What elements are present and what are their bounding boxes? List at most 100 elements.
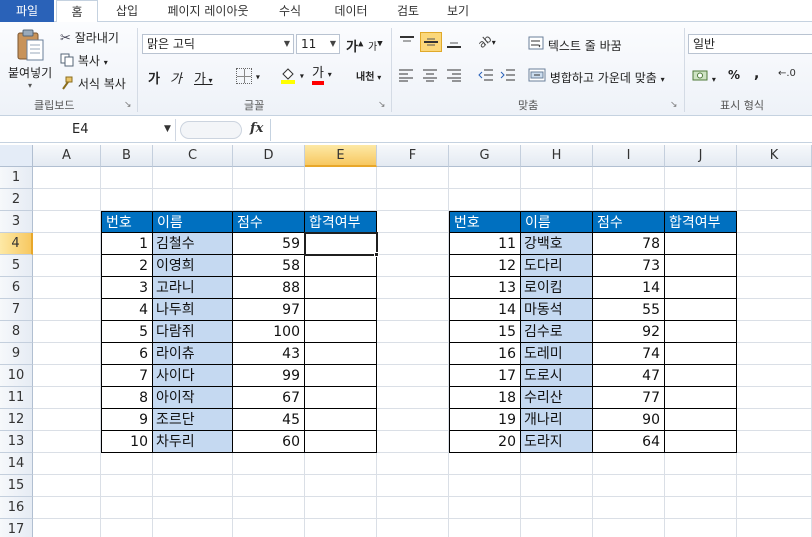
table-cell-score[interactable]: 97: [233, 299, 305, 321]
decrease-indent-button[interactable]: [478, 68, 494, 85]
table-cell-no[interactable]: 16: [449, 343, 521, 365]
table-cell-pass[interactable]: [665, 387, 737, 409]
table-cell-pass[interactable]: [665, 233, 737, 255]
column-header-f[interactable]: F: [377, 145, 449, 167]
insert-function-button[interactable]: fx: [250, 121, 263, 136]
merge-center-button[interactable]: 병합하고 가운데 맞춤 ▾: [528, 68, 665, 86]
select-all-button[interactable]: [0, 145, 33, 167]
paste-dropdown-icon[interactable]: ▾: [8, 81, 52, 90]
align-top-button[interactable]: [398, 34, 416, 53]
copy-button[interactable]: 복사 ▾: [60, 52, 108, 70]
column-header-j[interactable]: J: [665, 145, 737, 167]
paste-button[interactable]: 붙여넣기 ▾: [8, 28, 52, 90]
table-cell-name[interactable]: 다람쥐: [153, 321, 233, 343]
tab-insert[interactable]: 삽입: [110, 0, 144, 22]
table-cell-pass[interactable]: [665, 255, 737, 277]
table-cell-name[interactable]: 수리산: [521, 387, 593, 409]
cut-button[interactable]: ✂ 잘라내기: [60, 29, 119, 46]
table-cell-name[interactable]: 로이킴: [521, 277, 593, 299]
table-cell-score[interactable]: 90: [593, 409, 665, 431]
table-cell-no[interactable]: 9: [101, 409, 153, 431]
align-left-button[interactable]: [398, 68, 414, 85]
formula-input[interactable]: [276, 121, 806, 139]
table-cell-name[interactable]: 개나리: [521, 409, 593, 431]
table-cell-pass[interactable]: [305, 365, 377, 387]
table-cell-score[interactable]: 59: [233, 233, 305, 255]
table-cell-score[interactable]: 64: [593, 431, 665, 453]
row-header-6[interactable]: 6: [0, 277, 33, 299]
table-cell-score[interactable]: 73: [593, 255, 665, 277]
align-right-button[interactable]: [446, 68, 462, 85]
table-cell-name[interactable]: 사이다: [153, 365, 233, 387]
table-cell-pass[interactable]: [665, 365, 737, 387]
table-cell-pass[interactable]: [305, 255, 377, 277]
increase-indent-button[interactable]: [500, 68, 516, 85]
row-header-17[interactable]: 17: [0, 519, 33, 537]
active-cell-selection[interactable]: [304, 232, 378, 256]
row-header-13[interactable]: 13: [0, 431, 33, 453]
row-header-15[interactable]: 15: [0, 475, 33, 497]
accounting-format-button[interactable]: ▾: [692, 68, 716, 85]
table-cell-no[interactable]: 5: [101, 321, 153, 343]
align-bottom-button[interactable]: [445, 34, 463, 53]
table-cell-name[interactable]: 김철수: [153, 233, 233, 255]
table-cell-name[interactable]: 아이작: [153, 387, 233, 409]
table-cell-pass[interactable]: [305, 343, 377, 365]
table-cell-pass[interactable]: [665, 409, 737, 431]
row-header-16[interactable]: 16: [0, 497, 33, 519]
table-cell-no[interactable]: 4: [101, 299, 153, 321]
comma-button[interactable]: ,: [754, 66, 759, 82]
table-cell-pass[interactable]: [305, 431, 377, 453]
table-cell-score[interactable]: 78: [593, 233, 665, 255]
table-cell-pass[interactable]: [305, 277, 377, 299]
table-cell-pass[interactable]: [665, 277, 737, 299]
number-format-select[interactable]: 일반: [688, 34, 812, 54]
row-header-3[interactable]: 3: [0, 211, 33, 233]
table-cell-name[interactable]: 마동석: [521, 299, 593, 321]
table-cell-score[interactable]: 92: [593, 321, 665, 343]
table-cell-score[interactable]: 14: [593, 277, 665, 299]
column-header-h[interactable]: H: [521, 145, 593, 167]
table-cell-name[interactable]: 조르단: [153, 409, 233, 431]
table-cell-no[interactable]: 11: [449, 233, 521, 255]
formula-bar-resize-handle[interactable]: [180, 121, 242, 139]
row-header-10[interactable]: 10: [0, 365, 33, 387]
row-header-11[interactable]: 11: [0, 387, 33, 409]
column-header-e[interactable]: E: [305, 145, 377, 167]
clipboard-launcher-icon[interactable]: ↘: [124, 100, 132, 110]
shrink-font-button[interactable]: 가▼: [368, 38, 383, 53]
table-cell-no[interactable]: 6: [101, 343, 153, 365]
column-header-k[interactable]: K: [737, 145, 812, 167]
table-cell-score[interactable]: 99: [233, 365, 305, 387]
copy-dropdown-icon[interactable]: ▾: [104, 58, 108, 67]
table-cell-no[interactable]: 10: [101, 431, 153, 453]
table-cell-score[interactable]: 74: [593, 343, 665, 365]
table-cell-pass[interactable]: [665, 343, 737, 365]
table-cell-name[interactable]: 라이츄: [153, 343, 233, 365]
table-cell-no[interactable]: 7: [101, 365, 153, 387]
table-cell-no[interactable]: 8: [101, 387, 153, 409]
table-cell-name[interactable]: 도라지: [521, 431, 593, 453]
table-cell-no[interactable]: 1: [101, 233, 153, 255]
tab-formulas[interactable]: 수식: [272, 0, 308, 22]
table-cell-name[interactable]: 나두희: [153, 299, 233, 321]
table-cell-name[interactable]: 강백호: [521, 233, 593, 255]
fill-handle[interactable]: [374, 252, 379, 257]
table-cell-name[interactable]: 김수로: [521, 321, 593, 343]
row-header-8[interactable]: 8: [0, 321, 33, 343]
font-name-select[interactable]: 맑은 고딕 ▼: [142, 34, 294, 54]
column-header-d[interactable]: D: [233, 145, 305, 167]
align-middle-button[interactable]: [420, 32, 442, 52]
table-cell-score[interactable]: 60: [233, 431, 305, 453]
table-cell-no[interactable]: 2: [101, 255, 153, 277]
table-cell-pass[interactable]: [305, 387, 377, 409]
table-cell-pass[interactable]: [665, 299, 737, 321]
row-header-4[interactable]: 4: [0, 233, 33, 255]
table-cell-score[interactable]: 100: [233, 321, 305, 343]
tab-review[interactable]: 검토: [390, 0, 426, 22]
borders-button[interactable]: ▾: [236, 68, 260, 84]
table-cell-pass[interactable]: [305, 299, 377, 321]
table-cell-score[interactable]: 43: [233, 343, 305, 365]
tab-home[interactable]: 홈: [56, 0, 98, 23]
format-painter-button[interactable]: 서식 복사: [60, 75, 126, 93]
